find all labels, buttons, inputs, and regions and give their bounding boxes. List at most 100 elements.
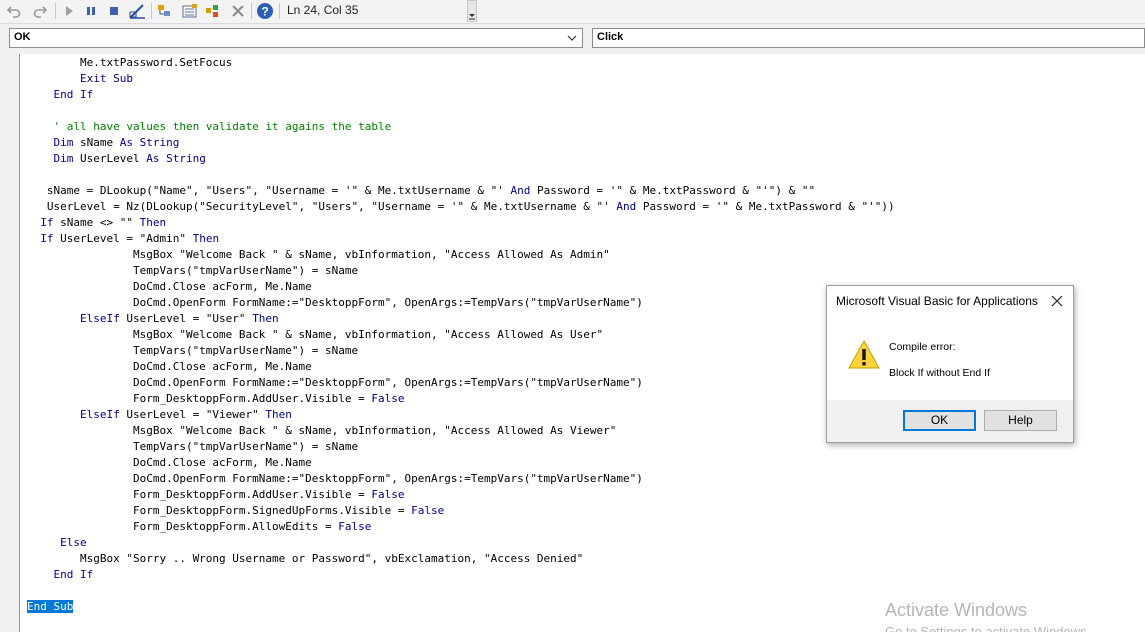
code-keyword: False: [411, 504, 445, 517]
warning-icon: [847, 339, 881, 376]
code-text: UserLevel = "User": [126, 312, 253, 325]
margin-indicator-bar[interactable]: [0, 54, 20, 632]
undo-icon[interactable]: [4, 2, 24, 20]
dialog-message-text: Block If without End If: [889, 367, 990, 379]
code-text: MsgBox "Sorry .. Wrong Username or Passw…: [27, 552, 584, 565]
code-text: UserLevel = "Viewer": [126, 408, 266, 421]
activate-windows-watermark: Activate Windows: [885, 600, 1028, 620]
code-text: Password = '" & Me.txtPassword & "'") & …: [530, 184, 816, 197]
code-keyword: If: [27, 232, 61, 245]
code-text: sName = DLookup("Name", "Users", "Userna…: [27, 184, 511, 197]
code-line[interactable]: MsgBox "Welcome Back " & sName, vbInform…: [27, 423, 616, 439]
code-line[interactable]: Form_DesktoppForm.SignedUpForms.Visible …: [27, 503, 444, 519]
code-text: Password = '" & Me.txtPassword & "'")): [636, 200, 895, 213]
code-line[interactable]: Form_DesktoppForm.AddUser.Visible = Fals…: [27, 391, 405, 407]
code-keyword: False: [371, 488, 405, 501]
run-icon[interactable]: [59, 2, 79, 20]
toolbox-icon[interactable]: [228, 2, 248, 20]
dialog-title: Microsoft Visual Basic for Applications: [836, 294, 1038, 308]
code-text: Form_DesktoppForm.AddUser.Visible =: [27, 488, 372, 501]
code-line[interactable]: Dim sName As String: [27, 135, 179, 151]
code-line[interactable]: If UserLevel = "Admin" Then: [27, 231, 219, 247]
code-line[interactable]: Form_DesktoppForm.AddUser.Visible = Fals…: [27, 487, 405, 503]
code-text: MsgBox "Welcome Back " & sName, vbInform…: [27, 424, 617, 437]
code-keyword: Then: [139, 216, 167, 229]
design-mode-icon[interactable]: [128, 2, 148, 20]
code-line[interactable]: Form_DesktoppForm.AllowEdits = False: [27, 519, 371, 535]
code-line[interactable]: DoCmd.Close acForm, Me.Name: [27, 279, 312, 295]
code-line[interactable]: TempVars("tmpVarUserName") = sName: [27, 439, 358, 455]
procedure-combo[interactable]: Click: [592, 28, 1145, 48]
code-text: DoCmd.OpenForm FormName:="DesktoppForm",…: [27, 376, 643, 389]
code-line[interactable]: MsgBox "Welcome Back " & sName, vbInform…: [27, 247, 610, 263]
ok-button[interactable]: OK: [903, 410, 976, 431]
code-text: DoCmd.OpenForm FormName:="DesktoppForm",…: [27, 472, 643, 485]
code-line[interactable]: End If: [27, 87, 93, 103]
code-keyword: Then: [252, 312, 279, 325]
code-line[interactable]: DoCmd.OpenForm FormName:="DesktoppForm",…: [27, 375, 643, 391]
code-keyword: False: [338, 520, 372, 533]
selected-code-text: End Sub: [27, 600, 74, 613]
code-line[interactable]: TempVars("tmpVarUserName") = sName: [27, 263, 358, 279]
code-line[interactable]: DoCmd.Close acForm, Me.Name: [27, 359, 312, 375]
object-combo-value: OK: [14, 31, 31, 43]
code-keyword: ElseIf: [27, 408, 127, 421]
code-text: TempVars("tmpVarUserName") = sName: [27, 344, 359, 357]
chevron-down-icon[interactable]: [564, 29, 580, 47]
redo-icon[interactable]: [30, 2, 50, 20]
help-button[interactable]: Help: [984, 410, 1057, 431]
code-keyword: As String: [146, 152, 206, 165]
standard-toolbar: ? Ln 24, Col 35: [0, 0, 1145, 24]
code-text: Form_DesktoppForm.AllowEdits =: [27, 520, 339, 533]
code-text: TempVars("tmpVarUserName") = sName: [27, 440, 359, 453]
code-line[interactable]: ElseIf UserLevel = "Viewer" Then: [27, 407, 292, 423]
code-line[interactable]: If sName <> "" Then: [27, 215, 166, 231]
code-text: TempVars("tmpVarUserName") = sName: [27, 264, 359, 277]
code-comment: ' all have values then validate it again…: [27, 120, 392, 133]
code-line[interactable]: Exit Sub: [27, 71, 133, 87]
activate-windows-hint: Go to Settings to activate Windows.: [885, 624, 1091, 632]
help-icon[interactable]: ?: [255, 2, 275, 20]
code-line[interactable]: End If: [27, 567, 93, 583]
code-line[interactable]: Else: [27, 535, 87, 551]
procedure-combo-value: Click: [597, 31, 624, 43]
project-explorer-icon[interactable]: [155, 2, 175, 20]
code-line[interactable]: Dim UserLevel As String: [27, 151, 206, 167]
code-line[interactable]: MsgBox "Sorry .. Wrong Username or Passw…: [27, 551, 583, 567]
reset-icon[interactable]: [104, 2, 124, 20]
code-line[interactable]: DoCmd.OpenForm FormName:="DesktoppForm",…: [27, 295, 643, 311]
toolbar-overflow-icon[interactable]: [467, 0, 477, 22]
svg-text:?: ?: [261, 5, 268, 19]
object-combo[interactable]: OK: [9, 28, 583, 48]
code-keyword: If: [27, 216, 61, 229]
code-text: MsgBox "Welcome Back " & sName, vbInform…: [27, 328, 604, 341]
code-line[interactable]: MsgBox "Welcome Back " & sName, vbInform…: [27, 327, 603, 343]
dialog-button-bar: OK Help: [827, 400, 1073, 442]
cursor-position-label: Ln 24, Col 35: [287, 3, 359, 17]
code-keyword: End If: [27, 568, 94, 581]
code-line[interactable]: TempVars("tmpVarUserName") = sName: [27, 343, 358, 359]
code-line[interactable]: ' all have values then validate it again…: [27, 119, 391, 135]
code-text: UserLevel = "Admin": [60, 232, 193, 245]
code-line[interactable]: sName = DLookup("Name", "Users", "Userna…: [27, 183, 815, 199]
code-line[interactable]: DoCmd.Close acForm, Me.Name: [27, 455, 312, 471]
code-line[interactable]: ElseIf UserLevel = "User" Then: [27, 311, 279, 327]
code-line[interactable]: End Sub: [27, 599, 74, 615]
break-icon[interactable]: [81, 2, 101, 20]
close-icon[interactable]: [1047, 291, 1067, 311]
code-text: UserLevel = Nz(DLookup("SecurityLevel", …: [27, 200, 617, 213]
code-text: DoCmd.Close acForm, Me.Name: [27, 456, 312, 469]
properties-window-icon[interactable]: [180, 2, 200, 20]
code-text: sName <> "": [60, 216, 140, 229]
code-line[interactable]: UserLevel = Nz(DLookup("SecurityLevel", …: [27, 199, 895, 215]
code-keyword: As String: [119, 136, 180, 149]
code-text: Form_DesktoppForm.SignedUpForms.Visible …: [27, 504, 412, 517]
object-browser-icon[interactable]: [203, 2, 223, 20]
code-keyword: False: [371, 392, 405, 405]
code-keyword: And: [616, 200, 637, 213]
code-line[interactable]: DoCmd.OpenForm FormName:="DesktoppForm",…: [27, 471, 643, 487]
code-keyword: Then: [265, 408, 292, 421]
code-keyword: ElseIf: [27, 312, 127, 325]
code-line[interactable]: Me.txtPassword.SetFocus: [27, 55, 232, 71]
code-text: DoCmd.Close acForm, Me.Name: [27, 360, 312, 373]
